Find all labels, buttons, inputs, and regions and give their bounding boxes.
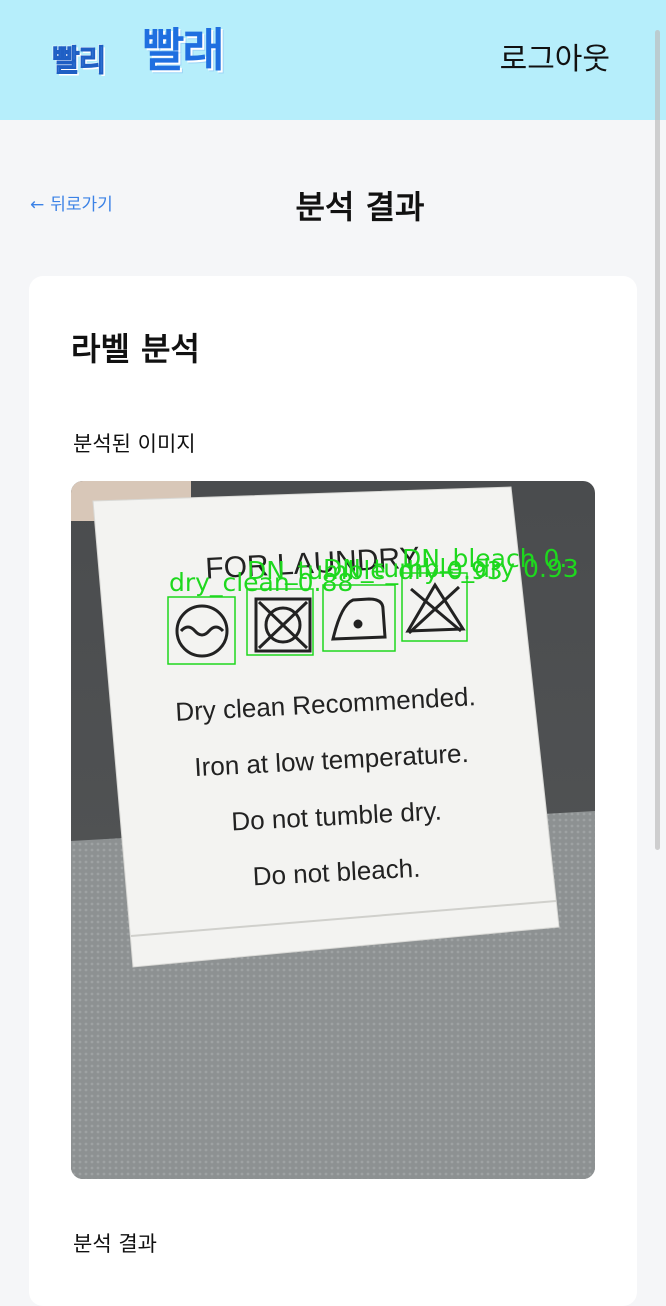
logout-button[interactable]: 로그아웃: [500, 34, 610, 78]
analyzed-image: FOR LAUNDRY Dry clean Recommended. Iron …: [71, 481, 595, 1179]
scrollbar[interactable]: [655, 30, 660, 850]
app-logo[interactable]: 빨리 빨래: [51, 14, 292, 98]
analysis-card: 라벨 분석 분석된 이미지 FOR LAUNDRY Dry clean Reco…: [29, 276, 637, 1306]
result-section-label: 분석 결과: [73, 1232, 157, 1256]
app-header: 빨리 빨래 로그아웃: [0, 0, 666, 120]
page-title: 분석 결과: [295, 188, 425, 226]
logo-text-small: 빨리: [51, 44, 106, 80]
detection-label-bleach: DN_bleach 0.: [402, 544, 567, 573]
image-section-label: 분석된 이미지: [73, 432, 196, 456]
card-title: 라벨 분석: [71, 330, 200, 368]
logo-text-big: 빨래: [142, 23, 225, 77]
